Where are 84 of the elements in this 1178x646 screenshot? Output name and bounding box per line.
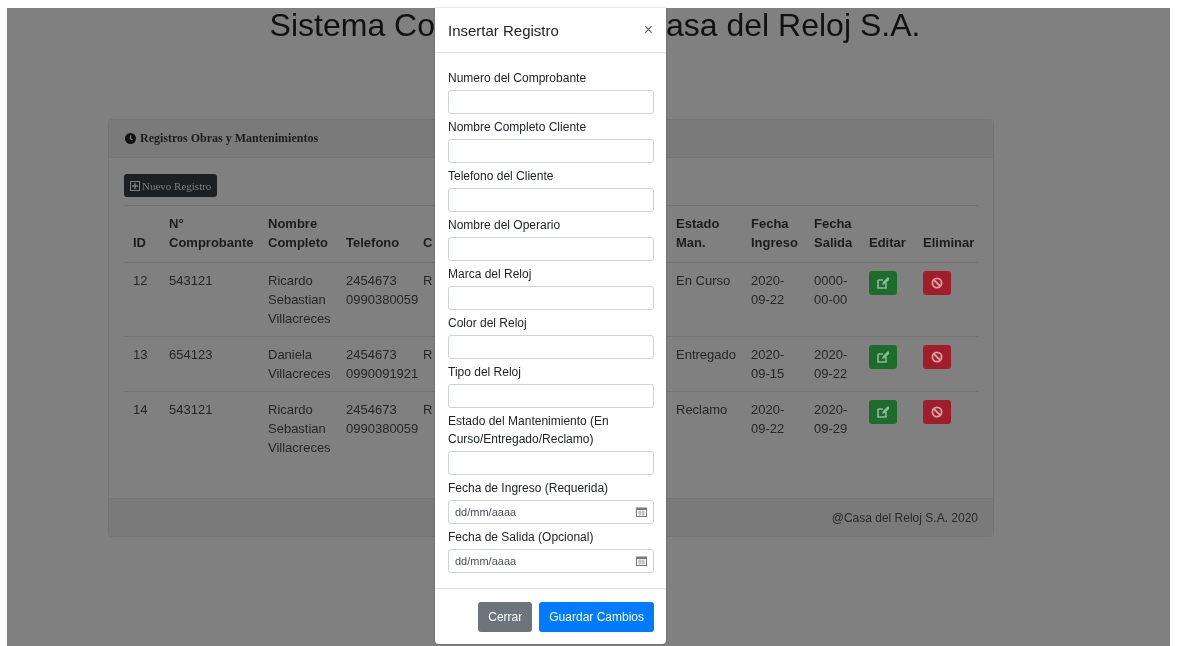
table-cell-text: Daniela Villacreces — [268, 346, 331, 383]
column-header: Telefono — [346, 234, 401, 252]
table-cell: 12 — [133, 273, 148, 288]
plus-square-icon — [130, 180, 140, 191]
table-cell: 543121 — [169, 402, 213, 417]
table-cell-text: Ricardo Sebastian Villacreces — [268, 272, 331, 328]
table-cell-text: 2020-09-29 — [814, 401, 849, 438]
delete-button[interactable] — [923, 271, 951, 295]
column-header: Editar — [869, 234, 907, 252]
column-header: Man. — [676, 234, 707, 252]
field-label: Nombre Completo Cliente — [448, 119, 588, 136]
table-cell: En Curso — [676, 273, 731, 288]
input-field[interactable] — [448, 139, 654, 163]
field-label: Fecha de Salida (Opcional) — [448, 529, 595, 546]
table-cell: Entregado — [676, 347, 736, 362]
modal-title: Insertar Registro — [448, 21, 559, 39]
input-field[interactable] — [448, 90, 654, 114]
card-title: Registros Obras y Mantenimientos — [140, 131, 319, 146]
edit-button[interactable] — [869, 345, 897, 369]
date-field[interactable]: dd/mm/aaaa — [448, 500, 654, 524]
save-button[interactable]: Guardar Cambios — [539, 601, 654, 632]
column-header: Fecha — [814, 215, 853, 233]
column-header: Completo — [268, 234, 329, 252]
table-cell-text: 2454673 — [346, 272, 398, 290]
field-label: Marca del Reloj — [448, 266, 533, 283]
table-cell: Reclamo — [676, 402, 728, 417]
field-label: Tipo del Reloj — [448, 364, 522, 381]
column-header: ID — [133, 234, 147, 252]
field-label: Nombre del Operario — [448, 217, 562, 234]
input-field[interactable] — [448, 335, 654, 359]
close-button[interactable]: × — [643, 21, 653, 39]
field-label: Estado del Mantenimiento (En Curso/Entregado/Reclamo) — [448, 413, 610, 448]
calendar-icon — [636, 556, 647, 566]
column-header: Ingreso — [751, 234, 799, 252]
column-header: Fecha — [751, 215, 790, 233]
column-header: C — [423, 234, 434, 252]
new-record-button[interactable]: Nuevo Registro — [124, 174, 218, 197]
table-cell: R — [423, 347, 433, 362]
table-cell-text: 2020-09-15 — [751, 346, 786, 383]
cancel-button[interactable]: Cerrar — [478, 601, 533, 632]
column-header: Salida — [814, 234, 854, 252]
ban-icon — [931, 351, 943, 363]
ban-icon — [931, 406, 943, 418]
table-cell: 654123 — [169, 347, 213, 362]
column-header: Eliminar — [923, 234, 972, 252]
input-field[interactable] — [448, 286, 654, 310]
table-cell: 543121 — [169, 273, 213, 288]
ban-icon — [931, 277, 943, 289]
edit-icon — [877, 406, 889, 418]
column-header: Nombre — [268, 215, 319, 233]
page-title: asa del Reloj S.A. — [666, 8, 922, 42]
field-label: Telefono del Cliente — [448, 168, 555, 185]
table-cell: R — [423, 402, 433, 417]
column-header: N° — [169, 215, 185, 233]
column-header: Estado — [676, 215, 721, 233]
table-cell-text: Ricardo Sebastian Villacreces — [268, 401, 331, 457]
table-cell-text: 2454673 — [346, 401, 398, 419]
edit-button[interactable] — [869, 271, 897, 295]
field-label: Color del Reloj — [448, 315, 528, 332]
table-cell-text: 2020-09-22 — [751, 272, 786, 309]
date-field[interactable]: dd/mm/aaaa — [448, 549, 654, 573]
input-field[interactable] — [448, 384, 654, 408]
field-label: Numero del Comprobante — [448, 70, 588, 87]
table-cell-text: 2020-09-22 — [751, 401, 786, 438]
delete-button[interactable] — [923, 345, 951, 369]
edit-icon — [877, 277, 889, 289]
table-cell-text: 0000-00-00 — [814, 272, 849, 309]
input-field[interactable] — [448, 451, 654, 475]
table-cell: 14 — [133, 402, 148, 417]
page-title: Sistema Co — [269, 8, 435, 42]
table-cell: 13 — [133, 347, 148, 362]
edit-button[interactable] — [869, 400, 897, 424]
input-field[interactable] — [448, 188, 654, 212]
clock-icon — [125, 133, 136, 144]
footer-text: @Casa del Reloj S.A. 2020 — [831, 510, 978, 525]
edit-icon — [877, 351, 889, 363]
delete-button[interactable] — [923, 400, 951, 424]
calendar-icon — [636, 507, 647, 517]
input-field[interactable] — [448, 237, 654, 261]
column-header: Comprobante — [169, 234, 253, 252]
table-cell: R — [423, 273, 433, 288]
field-label: Fecha de Ingreso (Requerida) — [448, 480, 610, 497]
table-cell-text: 2454673 — [346, 346, 398, 364]
table-cell-text: 2020-09-22 — [814, 346, 849, 383]
